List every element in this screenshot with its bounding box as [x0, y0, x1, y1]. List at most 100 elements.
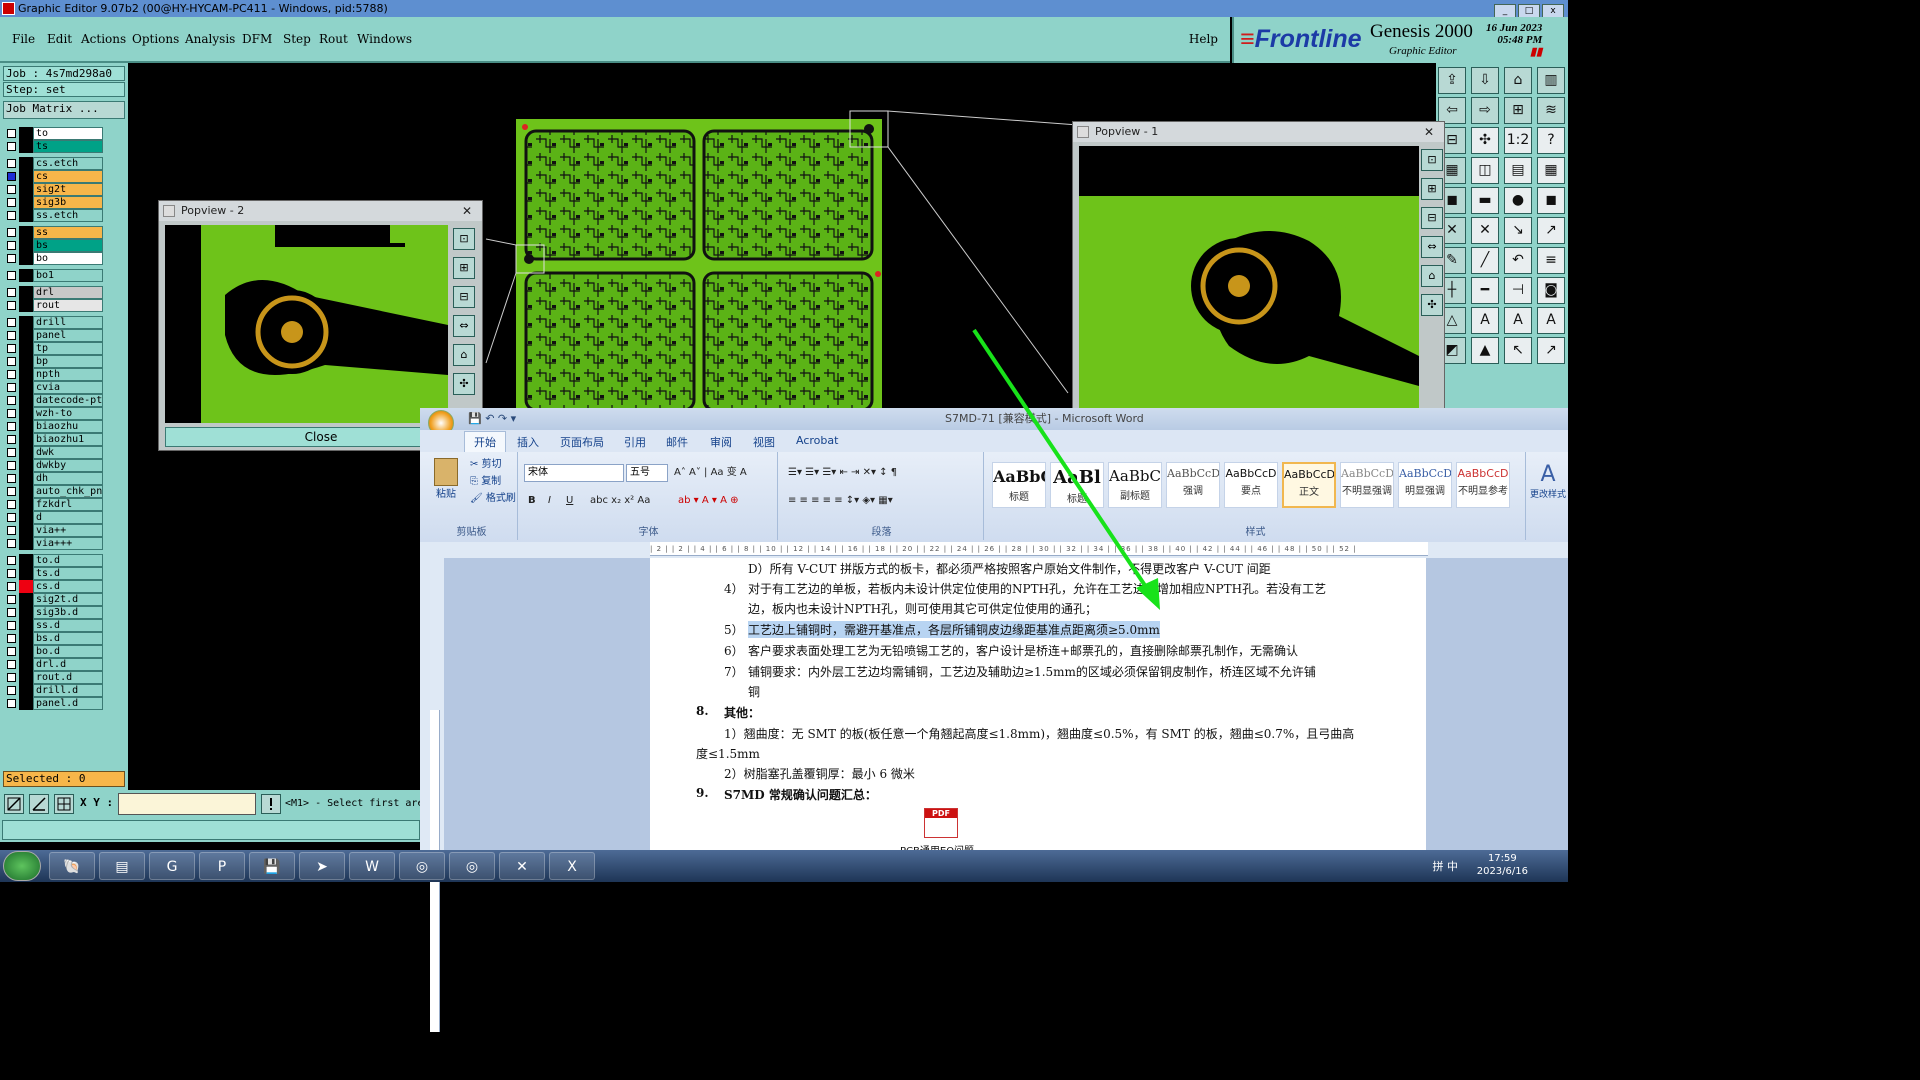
- layer-name[interactable]: drill.d: [33, 684, 103, 697]
- layer-affected-indicator[interactable]: [19, 498, 33, 511]
- layer-affected-indicator[interactable]: [19, 697, 33, 710]
- layer-affected-indicator[interactable]: [19, 459, 33, 472]
- layer-affected-indicator[interactable]: [19, 619, 33, 632]
- popview-zoom-out-icon[interactable]: ⊟: [1421, 207, 1443, 229]
- layer-checkbox[interactable]: [7, 142, 16, 151]
- layer-name[interactable]: bp: [33, 355, 103, 368]
- layer-affected-indicator[interactable]: [19, 252, 33, 265]
- tool-grid-icon[interactable]: ⊞: [1504, 97, 1532, 124]
- layer-affected-indicator[interactable]: [19, 420, 33, 433]
- layer-name[interactable]: cs.d: [33, 580, 103, 593]
- layer-row[interactable]: drl.d: [3, 658, 103, 671]
- layer-checkbox[interactable]: [7, 608, 16, 617]
- layer-checkbox[interactable]: [7, 383, 16, 392]
- layer-row[interactable]: bp: [3, 355, 103, 368]
- layer-row[interactable]: cs: [3, 170, 103, 183]
- layer-affected-indicator[interactable]: [19, 196, 33, 209]
- tool-button-icon[interactable]: ◫: [1471, 157, 1499, 184]
- layer-checkbox[interactable]: [7, 556, 16, 565]
- layer-row[interactable]: bs.d: [3, 632, 103, 645]
- layer-row[interactable]: cs.etch: [3, 157, 103, 170]
- popview-center-icon[interactable]: ✣: [1421, 294, 1443, 316]
- layer-row[interactable]: sig3b.d: [3, 606, 103, 619]
- tool-right-icon[interactable]: ⇨: [1471, 97, 1499, 124]
- menu-rout[interactable]: Rout: [319, 32, 348, 46]
- taskbar-app-red-icon[interactable]: G: [149, 852, 195, 880]
- system-tray[interactable]: 拼 中: [1433, 858, 1459, 874]
- popview-1-close-icon[interactable]: ✕: [1424, 122, 1434, 142]
- quick-access-icons[interactable]: 💾 ↶ ↷ ▾: [468, 408, 516, 430]
- layer-affected-indicator[interactable]: [19, 567, 33, 580]
- layer-checkbox[interactable]: [7, 461, 16, 470]
- popview-zoom-in-icon[interactable]: ⊞: [453, 257, 475, 279]
- layer-checkbox[interactable]: [7, 331, 16, 340]
- zoom-window-icon[interactable]: [4, 794, 24, 814]
- alert-icon[interactable]: [261, 794, 281, 814]
- layer-row[interactable]: via+++: [3, 537, 103, 550]
- layer-name[interactable]: bs: [33, 239, 103, 252]
- layer-name[interactable]: panel: [33, 329, 103, 342]
- layer-row[interactable]: drill.d: [3, 684, 103, 697]
- taskbar-app-excel-icon[interactable]: X: [549, 852, 595, 880]
- maximize-button[interactable]: □: [1518, 4, 1540, 18]
- layer-row[interactable]: npth: [3, 368, 103, 381]
- tab-layout[interactable]: 页面布局: [560, 434, 604, 450]
- tool-wave-icon[interactable]: ≋: [1537, 97, 1565, 124]
- layer-affected-indicator[interactable]: [19, 316, 33, 329]
- layer-row[interactable]: drill: [3, 316, 103, 329]
- job-matrix-button[interactable]: Job Matrix ...: [3, 101, 125, 119]
- layer-checkbox[interactable]: [7, 288, 16, 297]
- layer-name[interactable]: cs: [33, 170, 103, 183]
- layer-row[interactable]: cvia: [3, 381, 103, 394]
- taskbar-app-x-icon[interactable]: ✕: [499, 852, 545, 880]
- layer-checkbox[interactable]: [7, 673, 16, 682]
- layer-affected-indicator[interactable]: [19, 433, 33, 446]
- popview-home-icon[interactable]: ⌂: [1421, 265, 1443, 287]
- layer-name[interactable]: to: [33, 127, 103, 140]
- layer-checkbox[interactable]: [7, 539, 16, 548]
- popview-2-canvas[interactable]: [165, 225, 448, 423]
- layer-name[interactable]: ts.d: [33, 567, 103, 580]
- layer-row[interactable]: rout: [3, 299, 103, 312]
- grid-icon[interactable]: [54, 794, 74, 814]
- style-gallery-item[interactable]: AaBbCcD 不明显强调: [1340, 462, 1394, 508]
- layer-row[interactable]: rout.d: [3, 671, 103, 684]
- tool-shift-icon[interactable]: ⇪: [1438, 67, 1466, 94]
- layer-checkbox[interactable]: [7, 474, 16, 483]
- menu-edit[interactable]: Edit: [47, 32, 72, 46]
- taskbar-app-genesis2-icon[interactable]: ◎: [449, 852, 495, 880]
- layer-row[interactable]: dh: [3, 472, 103, 485]
- menu-actions[interactable]: Actions: [81, 32, 126, 46]
- taskbar-app-save-icon[interactable]: 💾: [249, 852, 295, 880]
- taskbar-app-green-icon[interactable]: P: [199, 852, 245, 880]
- tool-button-icon[interactable]: ↶: [1504, 247, 1532, 274]
- layer-affected-indicator[interactable]: [19, 580, 33, 593]
- tool-button-icon[interactable]: ↗: [1537, 337, 1565, 364]
- tool-button-icon[interactable]: ⊣: [1504, 277, 1532, 304]
- style-gallery-item[interactable]: AaBbCcD 明显强调: [1398, 462, 1452, 508]
- menu-options[interactable]: Options: [132, 32, 179, 46]
- highlight-fontcolor-icons[interactable]: ab ▾ A ▾ A ⊕: [678, 492, 738, 510]
- layer-affected-indicator[interactable]: [19, 381, 33, 394]
- layer-affected-indicator[interactable]: [19, 446, 33, 459]
- copy-button[interactable]: ⎘ 复制: [470, 473, 501, 491]
- layer-checkbox[interactable]: [7, 686, 16, 695]
- layer-row[interactable]: biaozhu1: [3, 433, 103, 446]
- layer-affected-indicator[interactable]: [19, 269, 33, 282]
- layer-row[interactable]: to: [3, 127, 103, 140]
- layer-affected-indicator[interactable]: [19, 407, 33, 420]
- layer-name[interactable]: auto_chk_pn: [33, 485, 103, 498]
- layer-name[interactable]: bo.d: [33, 645, 103, 658]
- layer-name[interactable]: cvia: [33, 381, 103, 394]
- layer-affected-indicator[interactable]: [19, 140, 33, 153]
- layer-checkbox[interactable]: [7, 211, 16, 220]
- layer-name[interactable]: wzh-to: [33, 407, 103, 420]
- taskbar-app-shell-icon[interactable]: 🐚: [49, 852, 95, 880]
- layer-checkbox[interactable]: [7, 172, 16, 181]
- measure-icon[interactable]: [29, 794, 49, 814]
- layer-affected-indicator[interactable]: [19, 286, 33, 299]
- tool-down-icon[interactable]: ⇩: [1471, 67, 1499, 94]
- layer-checkbox[interactable]: [7, 660, 16, 669]
- layer-name[interactable]: drill: [33, 316, 103, 329]
- tab-insert[interactable]: 插入: [517, 434, 539, 450]
